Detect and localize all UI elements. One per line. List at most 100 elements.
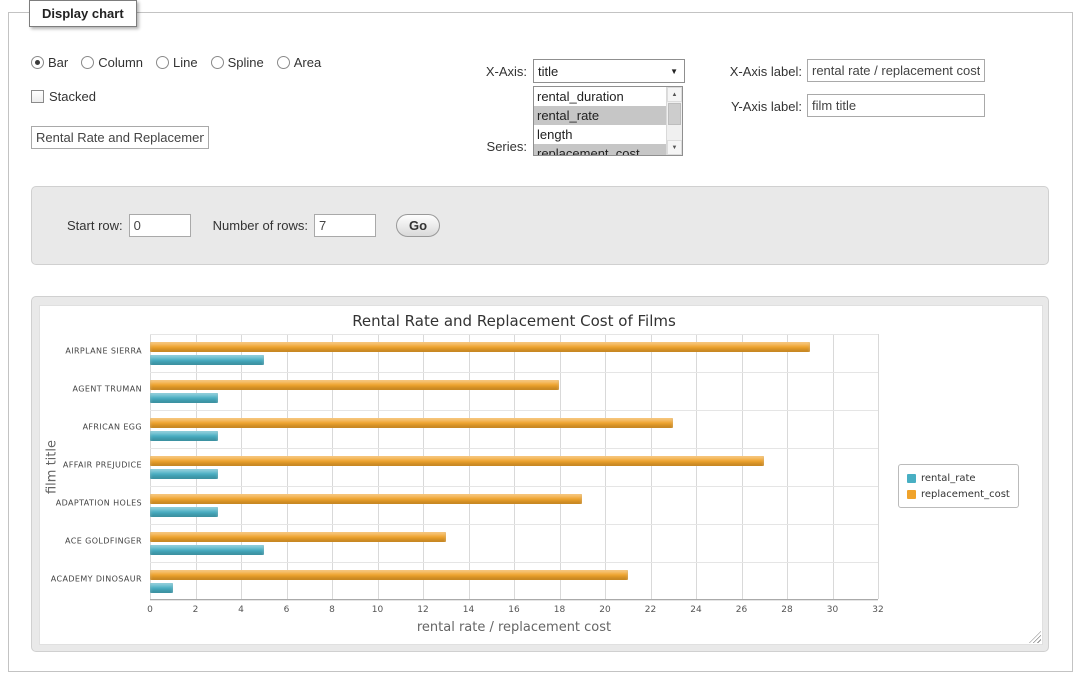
y-category-label: AIRPLANE SIERRA [65,347,142,356]
legend-label: rental_rate [921,473,976,484]
chart-type-radio-spline[interactable]: Spline [211,55,264,70]
gridline [150,448,878,449]
radio-icon [31,56,44,69]
x-tick-label: 6 [284,605,290,615]
gridline [150,600,878,601]
gridline [378,334,379,599]
bar-replacement_cost[interactable] [150,456,764,466]
y-category-label: AFFAIR PREJUDICE [63,461,142,470]
x-axis-ticks: 02468101214161820222426283032 [150,605,878,617]
bar-replacement_cost[interactable] [150,570,628,580]
scroll-up-icon[interactable]: ▲ [667,87,682,102]
stacked-checkbox-row[interactable]: Stacked [31,89,96,104]
fieldset-legend: Display chart [29,0,137,27]
gridline [514,334,515,599]
gridline [150,524,878,525]
x-axis-title: rental rate / replacement cost [150,620,878,635]
y-category-label: AGENT TRUMAN [73,385,142,394]
stacked-checkbox[interactable] [31,90,44,103]
gridline [696,334,697,599]
radio-icon [81,56,94,69]
y-category-label: ACE GOLDFINGER [65,537,142,546]
bar-rental_rate[interactable] [150,507,218,517]
bar-replacement_cost[interactable] [150,494,582,504]
gridline [878,334,879,599]
chart-type-radio-area[interactable]: Area [277,55,321,70]
start-row-input[interactable] [129,214,191,237]
legend-swatch [907,474,916,483]
chart-title-input[interactable] [31,126,209,149]
gridline [150,372,878,373]
x-axis-label-label: X-Axis label: [709,64,802,79]
x-tick-label: 28 [781,605,792,615]
legend-swatch [907,490,916,499]
x-axis-select[interactable]: title ▼ [533,59,685,83]
radio-label: Line [173,55,198,70]
series-option-rental_duration[interactable]: rental_duration [534,87,666,106]
x-tick-label: 20 [599,605,610,615]
gridline [833,334,834,599]
chart-type-radio-line[interactable]: Line [156,55,198,70]
gridline [150,410,878,411]
gridline [469,334,470,599]
bar-rental_rate[interactable] [150,583,173,593]
radio-label: Area [294,55,321,70]
chevron-down-icon: ▼ [670,67,680,76]
y-axis-title: film title [45,440,60,494]
series-option-replacement_cost[interactable]: replacement_cost [534,144,666,155]
radio-label: Column [98,55,143,70]
go-button[interactable]: Go [396,214,440,237]
gridline [560,334,561,599]
y-category-label: ADAPTATION HOLES [56,499,142,508]
y-axis-label-label: Y-Axis label: [709,99,802,114]
series-listbox[interactable]: rental_durationrental_ratelengthreplacem… [533,86,683,156]
legend-item-rental_rate[interactable]: rental_rate [907,470,1010,486]
bar-replacement_cost[interactable] [150,342,810,352]
x-tick-label: 4 [238,605,244,615]
radio-label: Bar [48,55,68,70]
gridline [241,334,242,599]
bar-rental_rate[interactable] [150,545,264,555]
series-option-length[interactable]: length [534,125,666,144]
x-tick-label: 8 [329,605,335,615]
chart-type-radios: Bar Column Line Spline Area [31,55,321,70]
gridline [150,562,878,563]
x-tick-label: 18 [554,605,565,615]
radio-icon [277,56,290,69]
scrollbar-track[interactable] [667,102,682,140]
x-axis-label-input[interactable] [807,59,985,82]
chart-type-radio-bar[interactable]: Bar [31,55,68,70]
chart-type-radio-column[interactable]: Column [81,55,143,70]
x-tick-label: 0 [147,605,153,615]
number-of-rows-input[interactable] [314,214,376,237]
scroll-down-icon[interactable]: ▼ [667,140,682,155]
resize-handle[interactable] [1029,631,1041,643]
series-options: rental_durationrental_ratelengthreplacem… [534,87,666,155]
bar-replacement_cost[interactable] [150,532,446,542]
gridline [150,486,878,487]
gridline [651,334,652,599]
radio-icon [156,56,169,69]
series-label: Series: [439,139,527,154]
scrollbar-thumb[interactable] [668,103,681,125]
legend-item-replacement_cost[interactable]: replacement_cost [907,486,1010,502]
bar-rental_rate[interactable] [150,431,218,441]
y-axis-label-input[interactable] [807,94,985,117]
bar-replacement_cost[interactable] [150,380,559,390]
gridline [787,334,788,599]
bar-rental_rate[interactable] [150,355,264,365]
rows-panel: Start row: Number of rows: Go [31,186,1049,265]
series-option-rental_rate[interactable]: rental_rate [534,106,666,125]
x-tick-label: 16 [508,605,519,615]
series-scrollbar[interactable]: ▲ ▼ [666,87,682,155]
chart-title: Rental Rate and Replacement Cost of Film… [150,312,878,330]
plot-area [150,334,878,600]
chart: Rental Rate and Replacement Cost of Film… [39,305,1043,645]
start-row-label: Start row: [67,218,123,233]
x-tick-label: 2 [193,605,199,615]
x-tick-label: 14 [463,605,474,615]
bar-rental_rate[interactable] [150,469,218,479]
x-tick-label: 26 [736,605,747,615]
bar-replacement_cost[interactable] [150,418,673,428]
bar-rental_rate[interactable] [150,393,218,403]
